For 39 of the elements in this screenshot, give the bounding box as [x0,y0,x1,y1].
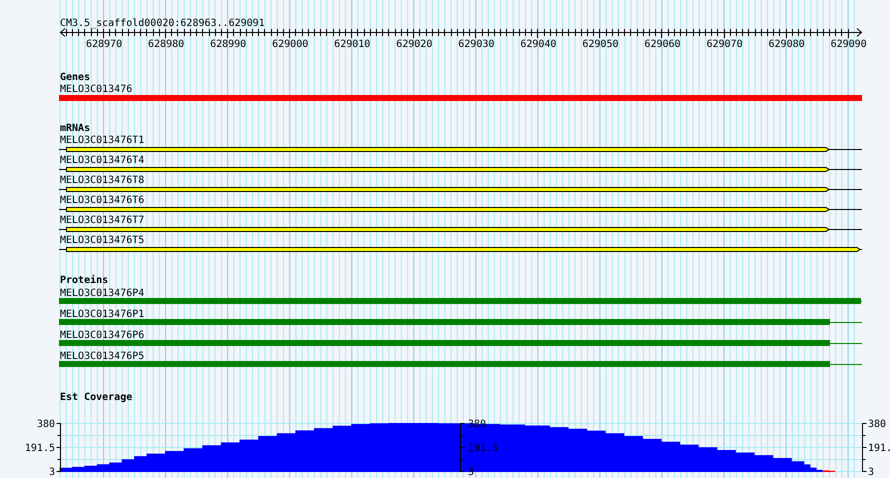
tick-label: 629010 [334,39,370,50]
axis-label: 380 [868,419,886,430]
feature-label: MELO3C013476T7 [60,215,144,226]
tick-label: 629050 [582,39,618,50]
feature-label: MELO3C013476T8 [60,175,144,186]
feature-label: MELO3C013476P1 [60,309,144,320]
tick-label: 628970 [86,39,122,50]
tick-label: 628990 [210,39,246,50]
tick-label: 628980 [148,39,184,50]
track-title: mRNAs [60,123,90,134]
feature-label: MELO3C013476T5 [60,235,144,246]
feature-label: MELO3C013476P5 [60,351,144,362]
y-axis [460,422,465,472]
track-title: Genes [60,72,90,83]
tick-label: 629030 [458,39,494,50]
feature-label: MELO3C013476P6 [60,330,144,341]
feature-label: MELO3C013476T1 [60,135,144,146]
feature-label: MELO3C013476 [60,84,132,95]
tick-label: 629070 [706,39,743,50]
tick-label: 629060 [644,39,681,50]
track-title: Est Coverage [60,392,132,403]
tick-label: 629000 [272,39,308,50]
feature-label: MELO3C013476T4 [60,155,144,166]
track-title: Proteins [60,275,108,286]
axis-label: 191. [868,443,890,454]
feature-label: MELO3C013476T6 [60,195,144,206]
tick-label: 629080 [768,39,805,50]
axis-label: 380 [36,419,55,430]
axis-label: 3 [868,467,874,478]
y-axis [862,422,867,472]
y-axis [56,422,61,472]
axis-label: 191.5 [468,443,498,454]
ruler-label: CM3.5_scaffold00020:628963..629091 [60,18,265,29]
axis-label: 191.5 [24,443,55,454]
tick-label: 629090 [830,39,867,50]
tick-label: 629040 [520,39,556,50]
feature-label: MELO3C013476P4 [60,288,144,299]
axis-label: 3 [48,467,55,478]
tick-label: 629020 [396,39,432,50]
